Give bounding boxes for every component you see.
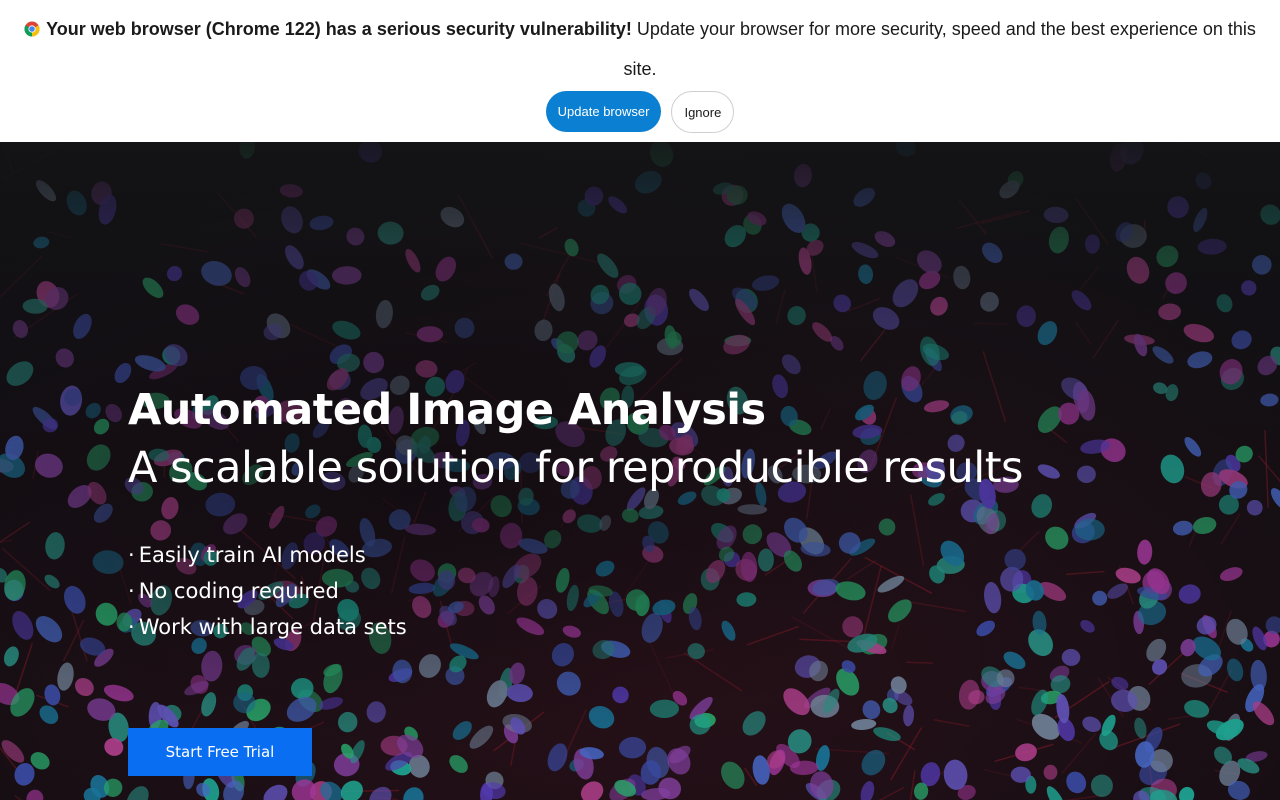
update-browser-button[interactable]: Update browser — [545, 91, 662, 132]
banner-warning-title: Your web browser (Chrome 122) has a seri… — [46, 19, 632, 39]
bullet-marker: · — [128, 579, 135, 603]
feature-text: Easily train AI models — [138, 543, 366, 567]
feature-item: · Easily train AI models — [128, 537, 407, 573]
banner-actions: Update browser Ignore — [0, 91, 1280, 133]
hero-title: Automated Image Analysis — [128, 385, 766, 435]
chrome-logo-icon — [24, 21, 40, 37]
ignore-button[interactable]: Ignore — [671, 91, 735, 133]
bullet-marker: · — [128, 615, 135, 639]
feature-item: · Work with large data sets — [128, 609, 407, 645]
bullet-marker: · — [128, 543, 135, 567]
hero-content: Automated Image Analysis A scalable solu… — [128, 382, 1128, 776]
hero-subtitle: A scalable solution for reproducible res… — [128, 443, 1023, 493]
banner-warning-text: Update your browser for more security, s… — [623, 19, 1256, 79]
feature-text: Work with large data sets — [138, 615, 407, 639]
banner-message: Your web browser (Chrome 122) has a seri… — [20, 9, 1260, 89]
feature-list: · Easily train AI models · No coding requi… — [128, 537, 407, 645]
browser-update-banner: Your web browser (Chrome 122) has a seri… — [0, 0, 1280, 142]
feature-text: No coding required — [138, 579, 339, 603]
hero-section: Automated Image Analysis A scalable solu… — [0, 142, 1280, 800]
start-free-trial-button[interactable]: Start Free Trial — [128, 728, 312, 776]
feature-item: · No coding required — [128, 573, 407, 609]
